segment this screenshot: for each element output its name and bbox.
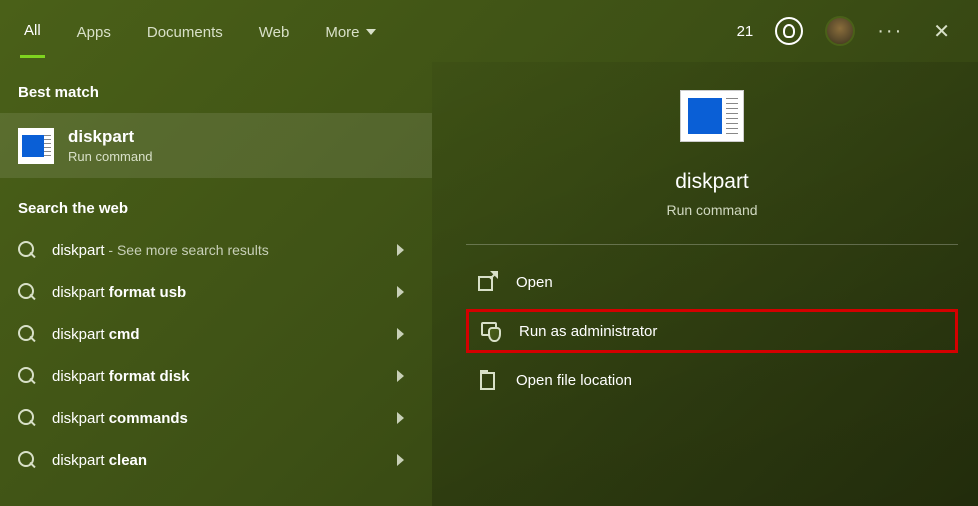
detail-panel: diskpart Run command Open Run as adminis…: [432, 62, 978, 506]
top-right-controls: 21 ··· ✕: [737, 15, 958, 48]
web-suggestion-text: diskpart format disk: [52, 368, 190, 385]
best-match-heading: Best match: [0, 62, 432, 113]
best-match-text: diskpart Run command: [68, 127, 153, 164]
diskpart-app-icon-large: [680, 90, 744, 142]
search-icon: [18, 367, 36, 385]
action-open-label: Open: [516, 274, 553, 291]
search-scope-tabs: All Apps Documents Web More: [20, 4, 380, 58]
open-icon: [478, 273, 496, 291]
action-open[interactable]: Open: [466, 263, 958, 301]
web-suggestion[interactable]: diskpart - See more search results: [0, 229, 432, 271]
results-panel: Best match diskpart Run command Search t…: [0, 62, 432, 506]
web-suggestion[interactable]: diskpart commands: [0, 397, 432, 439]
content-area: Best match diskpart Run command Search t…: [0, 62, 978, 506]
more-options-button[interactable]: ···: [877, 20, 903, 43]
search-icon: [18, 241, 36, 259]
detail-header: diskpart Run command: [466, 90, 958, 245]
search-icon: [18, 451, 36, 469]
chevron-right-icon: [397, 328, 404, 340]
search-web-heading: Search the web: [0, 178, 432, 229]
action-admin-label: Run as administrator: [519, 323, 657, 340]
tab-web[interactable]: Web: [255, 6, 294, 57]
web-suggestion[interactable]: diskpart format usb: [0, 271, 432, 313]
web-suggestion-text: diskpart format usb: [52, 284, 186, 301]
tab-more[interactable]: More: [321, 6, 379, 57]
web-suggestion[interactable]: diskpart format disk: [0, 355, 432, 397]
close-button[interactable]: ✕: [925, 15, 958, 48]
rewards-medal-icon[interactable]: [775, 17, 803, 45]
file-location-icon: [478, 371, 496, 389]
web-suggestions-list: diskpart - See more search results diskp…: [0, 229, 432, 481]
search-icon: [18, 283, 36, 301]
action-open-file-location[interactable]: Open file location: [466, 361, 958, 399]
user-avatar[interactable]: [825, 16, 855, 46]
top-bar: All Apps Documents Web More 21 ··· ✕: [0, 0, 978, 62]
tab-all[interactable]: All: [20, 4, 45, 58]
web-suggestion-text: diskpart commands: [52, 410, 188, 427]
detail-subtitle: Run command: [666, 202, 757, 218]
best-match-title: diskpart: [68, 127, 153, 147]
tab-documents[interactable]: Documents: [143, 6, 227, 57]
web-suggestion-text: diskpart - See more search results: [52, 242, 269, 259]
diskpart-app-icon: [18, 128, 54, 164]
web-suggestion-text: diskpart cmd: [52, 326, 140, 343]
detail-actions: Open Run as administrator Open file loca…: [466, 263, 958, 399]
search-icon: [18, 325, 36, 343]
tab-more-label: More: [325, 24, 359, 41]
search-icon: [18, 409, 36, 427]
best-match-subtitle: Run command: [68, 149, 153, 164]
chevron-right-icon: [397, 454, 404, 466]
best-match-result[interactable]: diskpart Run command: [0, 113, 432, 178]
chevron-down-icon: [366, 29, 376, 35]
action-run-as-administrator[interactable]: Run as administrator: [466, 309, 958, 353]
shield-admin-icon: [481, 322, 499, 340]
chevron-right-icon: [397, 286, 404, 298]
chevron-right-icon: [397, 244, 404, 256]
web-suggestion-text: diskpart clean: [52, 452, 147, 469]
web-suggestion[interactable]: diskpart clean: [0, 439, 432, 481]
tab-apps[interactable]: Apps: [73, 6, 115, 57]
reward-count: 21: [737, 23, 754, 40]
action-location-label: Open file location: [516, 372, 632, 389]
detail-title: diskpart: [675, 170, 749, 194]
chevron-right-icon: [397, 370, 404, 382]
chevron-right-icon: [397, 412, 404, 424]
web-suggestion[interactable]: diskpart cmd: [0, 313, 432, 355]
